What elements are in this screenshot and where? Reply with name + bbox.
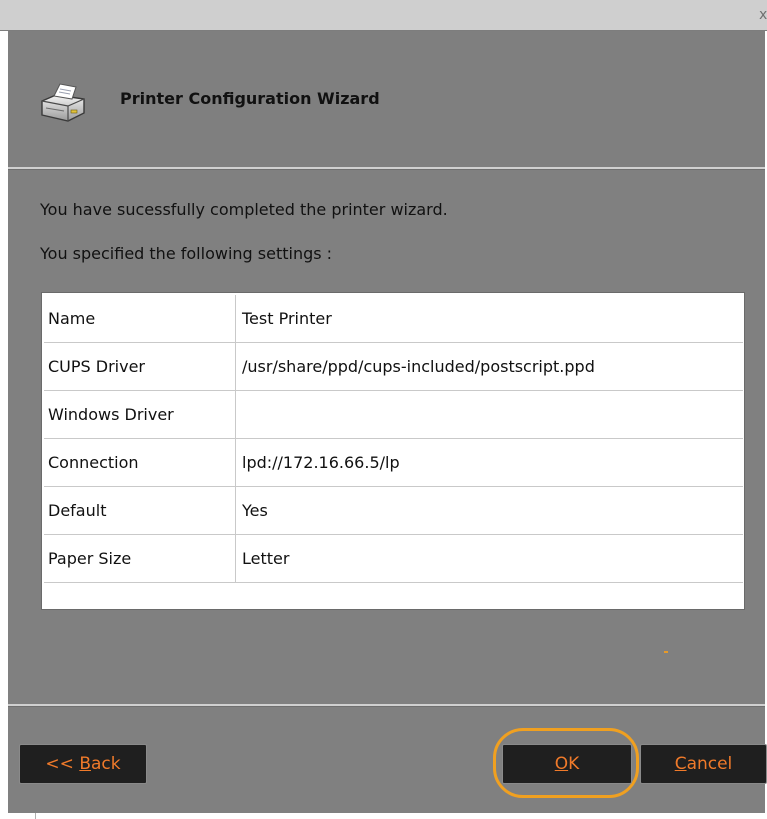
cancel-button[interactable]: Cancel — [640, 744, 767, 784]
settings-table[interactable]: Name Test Printer CUPS Driver /usr/share… — [41, 292, 745, 610]
back-label-rest: ack — [90, 754, 121, 774]
setting-value: Yes — [242, 501, 268, 520]
back-mnemonic: B — [79, 754, 91, 774]
left-edge — [0, 31, 8, 819]
setting-name: Windows Driver — [44, 391, 236, 438]
wizard-header: Printer Configuration Wizard — [8, 31, 765, 167]
bottom-tick — [35, 813, 36, 819]
title-bar: x — [0, 0, 767, 31]
cancel-label-rest: ancel — [686, 754, 733, 774]
table-row[interactable]: Default Yes — [44, 487, 743, 535]
table-row[interactable]: Windows Driver — [44, 391, 743, 439]
setting-value: /usr/share/ppd/cups-included/postscript.… — [242, 357, 595, 376]
setting-name: Name — [44, 295, 236, 342]
setting-name: Connection — [44, 439, 236, 486]
setting-name: CUPS Driver — [44, 343, 236, 390]
ok-mnemonic: O — [554, 754, 569, 774]
setting-name: Default — [44, 487, 236, 534]
setting-value — [236, 391, 743, 438]
setting-value: Test Printer — [242, 309, 332, 328]
header-separator — [8, 167, 765, 170]
wizard-title: Printer Configuration Wizard — [120, 89, 380, 108]
setting-name: Paper Size — [44, 535, 236, 582]
setting-value: lpd://172.16.66.5/lp — [242, 453, 400, 472]
cancel-mnemonic: C — [674, 754, 687, 774]
wizard-dialog: x Printer Configuration Wizard You have … — [0, 0, 767, 819]
back-button[interactable]: << Back — [19, 744, 147, 784]
table-row[interactable]: Paper Size Letter — [44, 535, 743, 583]
completion-message: You have sucessfully completed the print… — [40, 200, 448, 219]
back-prefix: << — [45, 754, 80, 774]
footer-separator — [8, 704, 765, 707]
printer-icon — [41, 83, 85, 122]
table-row[interactable]: Name Test Printer — [44, 295, 743, 343]
settings-intro: You specified the following settings : — [40, 244, 333, 263]
ok-label-rest: K — [568, 754, 580, 774]
ok-button[interactable]: OK — [502, 744, 632, 784]
close-icon[interactable]: x — [759, 4, 767, 26]
table-row[interactable]: Connection lpd://172.16.66.5/lp — [44, 439, 743, 487]
bottom-strip — [0, 813, 767, 819]
accent-mark — [664, 651, 668, 653]
table-row[interactable]: CUPS Driver /usr/share/ppd/cups-included… — [44, 343, 743, 391]
setting-value: Letter — [242, 549, 290, 568]
